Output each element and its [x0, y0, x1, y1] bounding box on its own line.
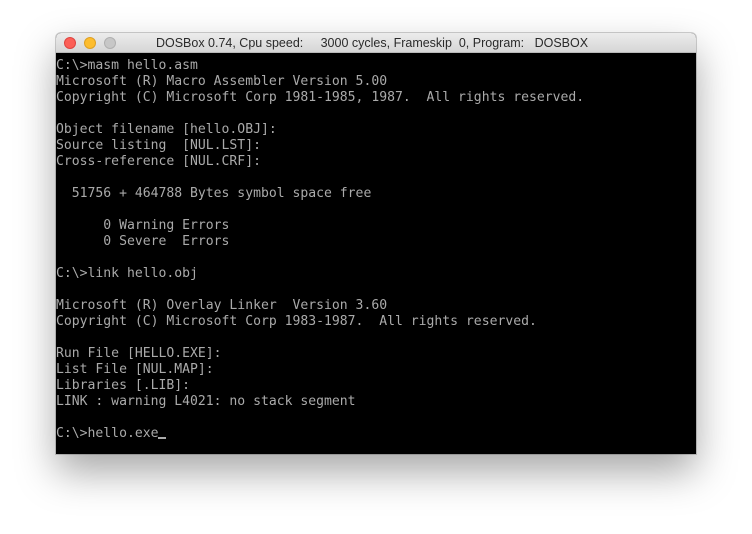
console-line-text: Microsoft (R) Macro Assembler Version 5.… [56, 74, 388, 89]
console-line-text: C:\>link hello.obj [56, 266, 198, 281]
command-prompt-line: C:\>hello.exe [56, 426, 584, 442]
console-line: C:\>link hello.obj [56, 266, 584, 282]
console-line: 0 Warning Errors [56, 218, 584, 234]
console-line-text: Microsoft (R) Overlay Linker Version 3.6… [56, 298, 388, 313]
dosbox-window: DOSBox 0.74, Cpu speed: 3000 cycles, Fra… [56, 33, 696, 454]
console-line-text: 0 Warning Errors [56, 218, 230, 233]
console-line-text: LINK : warning L4021: no stack segment [56, 394, 356, 409]
console-line: 0 Severe Errors [56, 234, 584, 250]
title-bar[interactable]: DOSBox 0.74, Cpu speed: 3000 cycles, Fra… [56, 33, 696, 53]
console-line: List File [NUL.MAP]: [56, 362, 584, 378]
console-output: C:\>masm hello.asm Microsoft (R) Macro As… [56, 58, 584, 442]
console-line-text: C:\>hello.exe [56, 426, 159, 441]
console-line: Libraries [.LIB]: [56, 378, 584, 394]
close-icon[interactable] [64, 37, 76, 49]
console-line-text: Copyright (C) Microsoft Corp 1981-1985, … [56, 90, 585, 105]
console-line-text: 51756 + 464788 Bytes symbol space free [56, 186, 372, 201]
console-line-text: Copyright (C) Microsoft Corp 1983-1987. … [56, 314, 537, 329]
console-line: Copyright (C) Microsoft Corp 1983-1987. … [56, 314, 584, 330]
console-line: Cross-reference [NUL.CRF]: [56, 154, 584, 170]
console-line-text: Run File [HELLO.EXE]: [56, 346, 222, 361]
console-line-text: Source listing [NUL.LST]: [56, 138, 261, 153]
console-line: Object filename [hello.OBJ]: [56, 122, 584, 138]
console-line: 51756 + 464788 Bytes symbol space free [56, 186, 584, 202]
console-line: Run File [HELLO.EXE]: [56, 346, 584, 362]
console-line: Copyright (C) Microsoft Corp 1981-1985, … [56, 90, 584, 106]
console-line-text: Object filename [hello.OBJ]: [56, 122, 277, 137]
console-line-text: Libraries [.LIB]: [56, 378, 191, 393]
console-line-text: Cross-reference [NUL.CRF]: [56, 154, 261, 169]
console-line-text: 0 Severe Errors [56, 234, 230, 249]
console-line-text: C:\>masm hello.asm [56, 58, 198, 73]
console-line: Source listing [NUL.LST]: [56, 138, 584, 154]
window-title: DOSBox 0.74, Cpu speed: 3000 cycles, Fra… [155, 36, 589, 50]
console-line: Microsoft (R) Macro Assembler Version 5.… [56, 74, 584, 90]
console-line-text: List File [NUL.MAP]: [56, 362, 214, 377]
dos-console-screen[interactable]: C:\>masm hello.asm Microsoft (R) Macro As… [56, 53, 696, 454]
console-line: LINK : warning L4021: no stack segment [56, 394, 584, 410]
console-line: C:\>masm hello.asm [56, 58, 584, 74]
console-line: Microsoft (R) Overlay Linker Version 3.6… [56, 298, 584, 314]
text-cursor [158, 437, 167, 439]
